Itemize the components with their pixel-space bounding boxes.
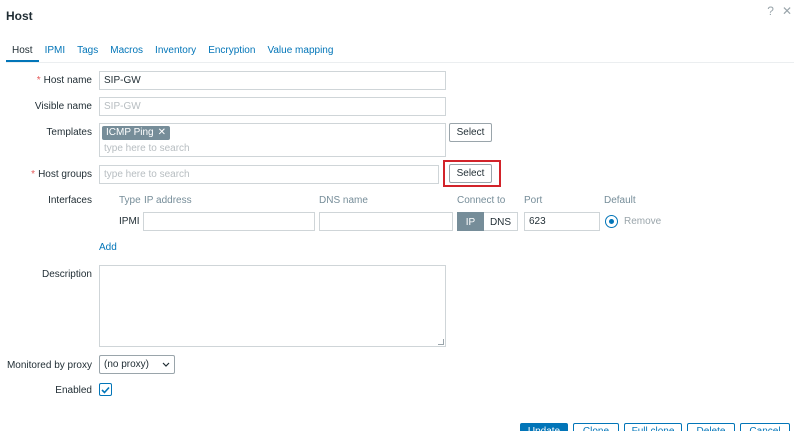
- templates-select-button[interactable]: Select: [449, 123, 492, 142]
- proxy-select[interactable]: (no proxy): [99, 355, 175, 374]
- host-groups-select-button[interactable]: Select: [449, 164, 492, 183]
- interfaces-default-header: Default: [604, 195, 636, 206]
- connect-to-toggle: IP DNS: [457, 212, 518, 231]
- tab-ipmi[interactable]: IPMI: [39, 44, 72, 62]
- host-name-label-text: Host name: [43, 75, 92, 86]
- connect-dns-option[interactable]: DNS: [484, 212, 518, 231]
- tab-bar: Host IPMI Tags Macros Inventory Encrypti…: [6, 44, 339, 62]
- templates-search-input[interactable]: type here to search: [104, 143, 190, 154]
- templates-multiselect[interactable]: ICMP Ping ✕ type here to search: [99, 123, 446, 157]
- interfaces-type-header: Type: [119, 195, 141, 206]
- proxy-select-value: (no proxy): [104, 359, 150, 370]
- enabled-checkbox[interactable]: [99, 383, 112, 396]
- dialog-title: Host: [6, 9, 33, 23]
- tab-encryption[interactable]: Encryption: [202, 44, 261, 62]
- template-tag-label: ICMP Ping: [106, 127, 154, 138]
- interfaces-connect-header: Connect to: [457, 195, 506, 206]
- add-interface-link[interactable]: Add: [99, 242, 117, 253]
- required-marker: *: [31, 169, 36, 180]
- description-textarea[interactable]: [99, 265, 446, 347]
- connect-ip-option[interactable]: IP: [457, 212, 484, 231]
- update-button[interactable]: Update: [520, 423, 568, 431]
- checkmark-icon: [101, 386, 110, 394]
- host-groups-label-text: Host groups: [38, 169, 92, 180]
- dialog-header-icons: ? ✕: [767, 4, 792, 18]
- visible-name-input[interactable]: SIP-GW: [99, 97, 446, 116]
- remove-interface-link[interactable]: Remove: [624, 216, 661, 227]
- tab-inventory[interactable]: Inventory: [149, 44, 202, 62]
- interfaces-ip-header: IP address: [144, 195, 192, 206]
- interface-ip-input[interactable]: [143, 212, 315, 231]
- proxy-label: Monitored by proxy: [6, 360, 92, 371]
- cancel-button[interactable]: Cancel: [740, 423, 790, 431]
- tab-macros[interactable]: Macros: [104, 44, 149, 62]
- help-icon[interactable]: ?: [767, 4, 774, 18]
- description-label: Description: [41, 269, 92, 280]
- host-name-label: * Host name: [4, 75, 92, 86]
- interface-type: IPMI: [119, 216, 140, 227]
- full-clone-button[interactable]: Full clone: [624, 423, 682, 431]
- close-icon[interactable]: ✕: [782, 4, 792, 18]
- tab-divider: [6, 62, 794, 63]
- enabled-label: Enabled: [55, 385, 92, 396]
- interface-port-input[interactable]: 623: [524, 212, 600, 231]
- visible-name-label: Visible name: [34, 101, 92, 112]
- tab-host[interactable]: Host: [6, 44, 39, 62]
- chevron-down-icon: [162, 362, 170, 367]
- tab-tags[interactable]: Tags: [71, 44, 104, 62]
- host-name-input[interactable]: SIP-GW: [99, 71, 446, 90]
- host-groups-search-input[interactable]: type here to search: [99, 165, 439, 184]
- host-groups-label: * Host groups: [4, 169, 92, 180]
- required-marker: *: [36, 75, 41, 86]
- interfaces-port-header: Port: [524, 195, 543, 206]
- templates-label: Templates: [46, 127, 92, 138]
- remove-tag-icon[interactable]: ✕: [158, 126, 166, 140]
- delete-button[interactable]: Delete: [687, 423, 735, 431]
- tab-value-mapping[interactable]: Value mapping: [261, 44, 339, 62]
- resize-handle-icon[interactable]: [438, 339, 444, 345]
- interfaces-dns-header: DNS name: [319, 195, 368, 206]
- template-tag: ICMP Ping ✕: [102, 126, 171, 140]
- default-interface-radio[interactable]: [605, 215, 618, 228]
- interface-dns-input[interactable]: [319, 212, 453, 231]
- interfaces-label: Interfaces: [48, 195, 92, 206]
- clone-button[interactable]: Clone: [573, 423, 619, 431]
